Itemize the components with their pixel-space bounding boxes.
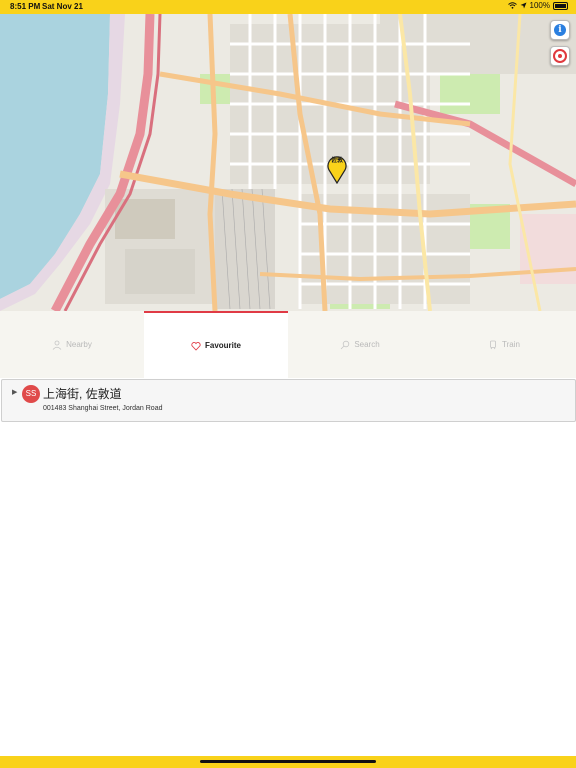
- person-icon: [52, 340, 62, 350]
- location-arrow-icon: [520, 2, 527, 9]
- tab-bar: Nearby Favourite Search Train: [0, 311, 576, 378]
- tab-train-label: Train: [502, 340, 520, 349]
- tab-favourite[interactable]: Favourite: [144, 311, 288, 378]
- pin-label: 佐敦: [330, 158, 343, 164]
- status-date: Sat Nov 21: [42, 2, 83, 11]
- route-badge: SS: [22, 385, 40, 403]
- favourite-item[interactable]: ▶ SS 上海街, 佐敦道 001483 Shanghai Street, Jo…: [1, 379, 576, 422]
- info-button[interactable]: i: [550, 20, 570, 40]
- locate-button[interactable]: [550, 46, 570, 66]
- train-icon: [490, 340, 496, 349]
- tab-nearby-label: Nearby: [66, 340, 92, 349]
- expand-chevron-icon[interactable]: ▶: [12, 388, 17, 396]
- heart-icon: [191, 341, 201, 351]
- target-icon: [553, 49, 567, 63]
- home-indicator[interactable]: [200, 760, 376, 763]
- favourite-detail: 001483 Shanghai Street, Jordan Road: [43, 405, 163, 412]
- map-pin[interactable]: 佐敦: [326, 154, 348, 184]
- map-tiles: [0, 14, 576, 311]
- tab-favourite-label: Favourite: [204, 341, 241, 350]
- battery-icon: [553, 1, 568, 10]
- tab-nearby[interactable]: Nearby: [0, 311, 144, 378]
- favourite-name: 上海街, 佐敦道: [43, 387, 122, 401]
- status-indicators: 100%: [507, 1, 568, 10]
- battery-percent: 100%: [529, 1, 550, 10]
- home-strip: [0, 756, 576, 768]
- tab-search-label: Search: [354, 340, 380, 349]
- status-time: 8:51 PM: [10, 2, 41, 11]
- tab-train[interactable]: Train: [432, 311, 576, 378]
- map-view[interactable]: i 佐敦: [0, 14, 576, 311]
- wifi-icon: [507, 2, 517, 9]
- status-bar: 8:51 PM Sat Nov 21 100%: [0, 0, 576, 14]
- tab-search[interactable]: Search: [288, 311, 432, 378]
- search-icon: [341, 340, 350, 349]
- info-icon: i: [554, 24, 566, 36]
